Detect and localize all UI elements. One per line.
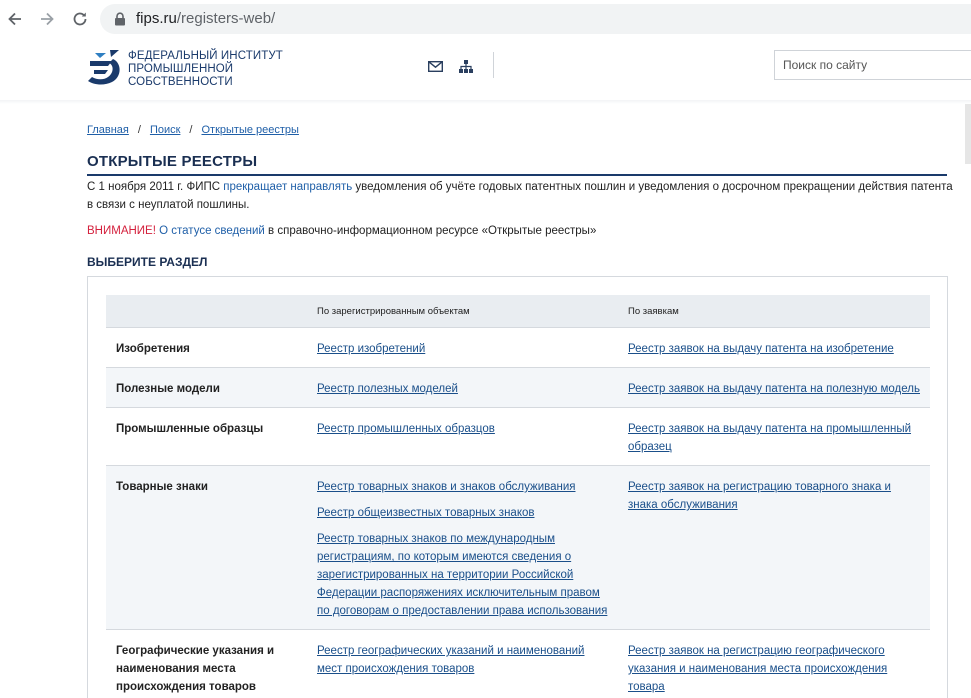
warning-text: в справочно-информационном ресурсе «Откр…: [264, 225, 597, 237]
breadcrumb: Главная / Поиск / Открытые реестры: [87, 124, 299, 136]
back-button[interactable]: [2, 6, 28, 32]
applications-cell: Реестр заявок на выдачу патента на изобр…: [618, 327, 930, 368]
sitemap-link[interactable]: [457, 58, 475, 74]
title-underline: [87, 174, 947, 176]
reload-button[interactable]: [67, 6, 93, 32]
row-title: Географические указания и наименования м…: [106, 629, 307, 698]
header-object-type: [106, 295, 307, 328]
logo-line: ФЕДЕРАЛЬНЫЙ ИНСТИТУТ: [128, 50, 283, 62]
logo-text[interactable]: ФЕДЕРАЛЬНЫЙ ИНСТИТУТ ПРОМЫШЛЕННОЙ СОБСТВ…: [128, 50, 283, 89]
table-row: Товарные знаки Реестр товарных знаков и …: [106, 465, 930, 630]
header-applications: По заявкам: [618, 295, 930, 328]
row-title: Изобретения: [106, 327, 307, 368]
table-row: Изобретения Реестр изобретений Реестр за…: [106, 327, 930, 368]
warning-notice: ВНИМАНИЕ! О статусе сведений в справочно…: [87, 225, 596, 237]
intro-link-send[interactable]: направлять: [290, 181, 352, 193]
registry-link[interactable]: Реестр полезных моделей: [317, 380, 608, 398]
registered-cell: Реестр полезных моделей: [307, 367, 618, 408]
breadcrumb-open-registers[interactable]: Открытые реестры: [201, 124, 298, 136]
breadcrumb-separator: /: [137, 124, 141, 136]
applications-cell: Реестр заявок на выдачу патента на полез…: [618, 367, 930, 408]
url-host: fips.ru: [136, 10, 177, 27]
table-row: Полезные модели Реестр полезных моделей …: [106, 367, 930, 408]
applications-link[interactable]: Реестр заявок на регистрацию географичес…: [628, 642, 920, 696]
fips-logo-icon[interactable]: [86, 47, 122, 87]
web-page: ФЕДЕРАЛЬНЫЙ ИНСТИТУТ ПРОМЫШЛЕННОЙ СОБСТВ…: [0, 38, 971, 698]
row-title: Товарные знаки: [106, 465, 307, 630]
applications-link[interactable]: Реестр заявок на регистрацию товарного з…: [628, 478, 920, 514]
registry-link[interactable]: Реестр общеизвестных товарных знаков: [317, 504, 608, 522]
url-path: /registers-web/: [176, 10, 276, 27]
logo-line: СОБСТВЕННОСТИ: [128, 76, 233, 88]
breadcrumb-home[interactable]: Главная: [87, 124, 129, 136]
header-shadow: [0, 100, 971, 104]
registers-panel: По зарегистрированным объектам По заявка…: [87, 276, 948, 698]
row-title: Полезные модели: [106, 367, 307, 408]
search-input[interactable]: [775, 51, 971, 79]
table-row: Промышленные образцы Реестр промышленных…: [106, 407, 930, 466]
section-title: ВЫБЕРИТЕ РАЗДЕЛ: [87, 255, 208, 269]
registry-link[interactable]: Реестр товарных знаков и знаков обслужив…: [317, 478, 608, 496]
sitemap-icon: [459, 59, 473, 73]
reload-icon: [73, 12, 87, 26]
intro-text: С 1 ноября 2011 г. ФИПС: [87, 181, 224, 193]
registers-table: По зарегистрированным объектам По заявка…: [106, 295, 930, 698]
lock-icon: [115, 12, 125, 26]
mail-icon: [427, 60, 443, 72]
registry-link[interactable]: Реестр изобретений: [317, 340, 608, 358]
warning-label: ВНИМАНИЕ!: [87, 225, 156, 237]
registered-cell: Реестр товарных знаков и знаков обслужив…: [307, 465, 618, 630]
intro-paragraph: С 1 ноября 2011 г. ФИПС прекращает напра…: [87, 178, 957, 214]
row-title: Промышленные образцы: [106, 407, 307, 466]
mail-link[interactable]: [426, 58, 444, 74]
site-search[interactable]: [774, 50, 971, 80]
page-title: ОТКРЫТЫЕ РЕЕСТРЫ: [87, 153, 258, 170]
applications-cell: Реестр заявок на регистрацию товарного з…: [618, 465, 930, 630]
applications-cell: Реестр заявок на выдачу патента на промы…: [618, 407, 930, 466]
header-registered: По зарегистрированным объектам: [307, 295, 618, 328]
registry-link[interactable]: Реестр промышленных образцов: [317, 420, 608, 438]
registered-cell: Реестр промышленных образцов: [307, 407, 618, 466]
intro-link-stops[interactable]: прекращает: [223, 181, 287, 193]
applications-link[interactable]: Реестр заявок на выдачу патента на изобр…: [628, 340, 920, 358]
browser-toolbar: fips.ru/registers-web/: [0, 0, 971, 38]
applications-link[interactable]: Реестр заявок на выдачу патента на промы…: [628, 420, 920, 456]
applications-cell: Реестр заявок на регистрацию географичес…: [618, 629, 930, 698]
table-header-row: По зарегистрированным объектам По заявка…: [106, 295, 930, 328]
breadcrumb-separator: /: [189, 124, 193, 136]
applications-link[interactable]: Реестр заявок на выдачу патента на полез…: [628, 380, 920, 398]
table-row: Географические указания и наименования м…: [106, 629, 930, 698]
status-info-link[interactable]: О статусе сведений: [159, 225, 265, 237]
registry-link[interactable]: Реестр географических указаний и наимено…: [317, 642, 608, 678]
site-header: ФЕДЕРАЛЬНЫЙ ИНСТИТУТ ПРОМЫШЛЕННОЙ СОБСТВ…: [0, 38, 971, 100]
registered-cell: Реестр географических указаний и наимено…: [307, 629, 618, 698]
scrollbar[interactable]: [965, 104, 971, 164]
address-bar[interactable]: fips.ru/registers-web/: [100, 4, 971, 34]
breadcrumb-search[interactable]: Поиск: [150, 124, 180, 136]
arrow-left-icon: [8, 12, 21, 26]
forward-button[interactable]: [34, 6, 60, 32]
logo-line: ПРОМЫШЛЕННОЙ: [128, 63, 234, 75]
arrow-right-icon: [41, 12, 54, 26]
url-text: fips.ru/registers-web/: [136, 10, 275, 27]
registered-cell: Реестр изобретений: [307, 327, 618, 368]
header-divider: [493, 52, 494, 78]
registry-link[interactable]: Реестр товарных знаков по международным …: [317, 530, 608, 620]
